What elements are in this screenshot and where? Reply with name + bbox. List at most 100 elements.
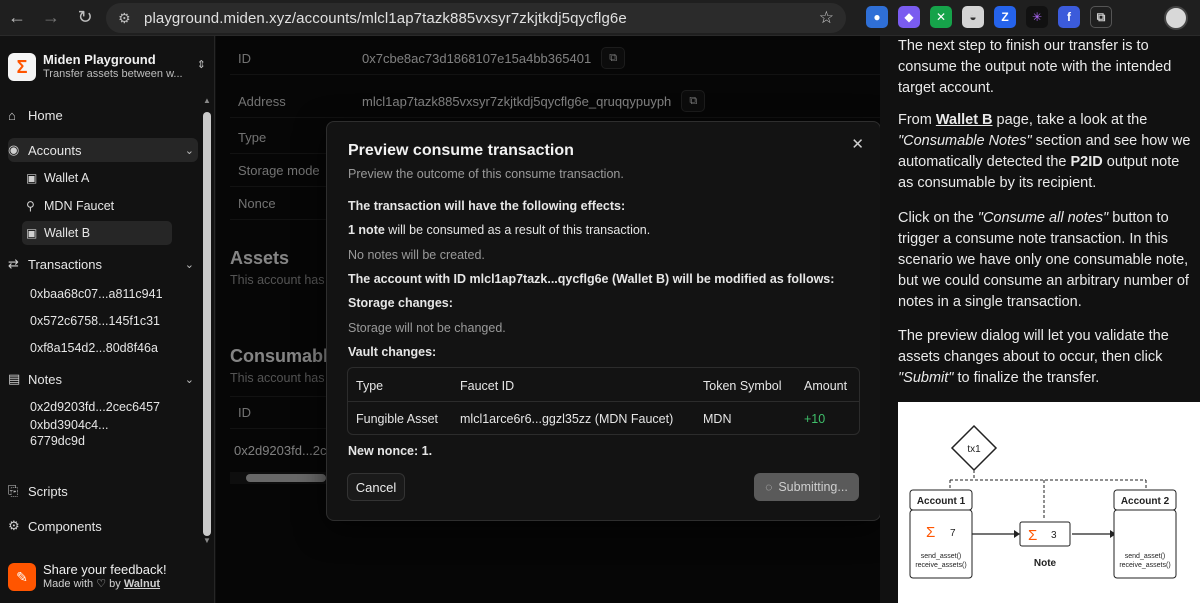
article-paragraph: The next step to finish our transfer is … xyxy=(898,38,1172,96)
sidebar-item-transactions[interactable]: ⇄ Transactions ⌄ xyxy=(8,252,198,276)
preview-consume-dialog: ✕ Preview consume transaction Preview th… xyxy=(326,121,881,521)
sidebar-item-components[interactable]: ⚙ Components xyxy=(8,514,198,538)
account1-fn-receive: receive_assets() xyxy=(915,562,966,569)
text: From xyxy=(898,112,936,128)
note-amount: 3 xyxy=(1051,530,1057,541)
home-icon: ⌂ xyxy=(8,107,16,123)
dialog-subtitle: Preview the outcome of this consume tran… xyxy=(348,167,624,181)
transactions-icon: ⇄ xyxy=(8,256,19,271)
sidebar-note-item[interactable]: 0xbd3904c4... xyxy=(30,418,109,432)
sidebar-item-wallet-b[interactable]: ▣ Wallet B xyxy=(22,221,172,245)
address-bar[interactable]: ⚙ playground.miden.xyz/accounts/mlcl1ap7… xyxy=(106,3,846,33)
close-icon[interactable]: ✕ xyxy=(851,135,864,153)
walnut-link[interactable]: Walnut xyxy=(124,578,160,590)
app-switcher[interactable]: Σ Miden Playground Transfer assets betwe… xyxy=(8,50,208,84)
forward-icon[interactable]: → xyxy=(34,1,68,35)
scroll-down-arrow[interactable]: ▼ xyxy=(203,536,211,545)
no-notes-line: No notes will be created. xyxy=(348,248,485,262)
back-icon[interactable]: ← xyxy=(0,1,34,35)
submit-button[interactable]: ◌ Submitting... xyxy=(754,473,859,501)
text: page, take a look at the xyxy=(992,112,1148,128)
chevron-updown-icon: ⇕ xyxy=(196,59,206,71)
account1-label: Account 1 xyxy=(917,496,966,507)
new-nonce: New nonce: 1. xyxy=(348,444,433,458)
wallet-b-link[interactable]: Wallet B xyxy=(936,112,993,128)
sidebar-item-accounts[interactable]: ◉ Accounts ⌄ xyxy=(8,138,198,162)
script-icon: ⎘ xyxy=(8,483,19,498)
chevron-down-icon: ⌄ xyxy=(184,144,194,157)
text: "Submit" xyxy=(898,370,954,386)
wallet-icon: ▣ xyxy=(26,171,38,185)
dialog-title: Preview consume transaction xyxy=(348,142,574,159)
cancel-button[interactable]: Cancel xyxy=(347,473,405,501)
sidebar-item-label: Wallet A xyxy=(44,171,90,185)
extension-icon[interactable]: ✕ xyxy=(930,6,952,28)
sidebar-item-label: Transactions xyxy=(28,256,102,272)
scroll-up-arrow[interactable]: ▲ xyxy=(203,96,211,105)
sidebar-item-label: Wallet B xyxy=(44,226,91,240)
account1-amount: 7 xyxy=(950,528,956,539)
notes-icon: ▤ xyxy=(8,371,21,386)
column-header: Type xyxy=(356,379,384,393)
text: Click on the xyxy=(898,210,978,226)
tx-label: tx1 xyxy=(967,444,981,455)
miden-logo-icon: Σ xyxy=(926,524,935,541)
made-with-line: Made with ♡ by Walnut xyxy=(43,577,167,592)
sidebar-note-item-cont: 6779dc9d xyxy=(30,434,85,448)
feedback-link[interactable]: ✎ Share your feedback! Made with ♡ by Wa… xyxy=(8,560,208,594)
submit-label: Submitting... xyxy=(778,480,848,494)
text: "Consume all notes" xyxy=(977,210,1109,226)
storage-text: Storage will not be changed. xyxy=(348,321,506,335)
app-subtitle: Transfer assets between w... xyxy=(43,68,183,80)
account1-fn-send: send_asset() xyxy=(921,553,961,560)
column-header: Faucet ID xyxy=(460,379,515,393)
extension-icon[interactable]: ◒ xyxy=(962,6,984,28)
sidebar-note-item[interactable]: 0x2d9203fd...2cec6457 xyxy=(30,400,160,414)
components-icon: ⚙ xyxy=(8,518,20,533)
extension-icon[interactable]: Z xyxy=(994,6,1016,28)
sidebar-item-notes[interactable]: ▤ Notes ⌄ xyxy=(8,367,198,391)
vault-cell-faucet: mlcl1arce6r6...ggzl35zz (MDN Faucet) xyxy=(460,412,674,426)
extension-icon[interactable]: ● xyxy=(866,6,888,28)
by-text: by xyxy=(109,578,121,590)
miden-logo-icon: Σ xyxy=(8,53,36,81)
reload-icon[interactable]: ↻ xyxy=(68,1,102,35)
extension-icon[interactable]: ✳ xyxy=(1026,6,1048,28)
url-text: playground.miden.xyz/accounts/mlcl1ap7ta… xyxy=(144,9,627,27)
sidebar-item-wallet-a[interactable]: ▣ Wallet A xyxy=(22,166,172,190)
miden-logo-icon: Σ xyxy=(1028,527,1037,544)
text: P2ID xyxy=(1070,154,1103,170)
tutorial-article: The next step to finish our transfer is … xyxy=(880,36,1200,603)
vault-heading: Vault changes: xyxy=(348,345,437,359)
extensions-bar: ● ◆ ✕ ◒ Z ✳ f ⧉ xyxy=(866,6,1112,28)
profile-avatar[interactable] xyxy=(1164,6,1188,30)
article-paragraph: Click on the "Consume all notes" button … xyxy=(898,208,1193,313)
sidebar-item-label: Accounts xyxy=(28,142,82,158)
sidebar-item-label: Home xyxy=(28,107,63,123)
modified-line: The account with ID mlcl1ap7tazk...qycfl… xyxy=(348,272,835,286)
column-header: Amount xyxy=(804,379,848,393)
faucet-icon: ⚲ xyxy=(26,199,35,213)
account2-fn-send: send_asset() xyxy=(1125,553,1165,560)
chat-icon: ✎ xyxy=(8,563,36,591)
puzzle-icon[interactable]: ⧉ xyxy=(1090,6,1112,28)
sidebar-tx-item[interactable]: 0x572c6758...145f1c31 xyxy=(30,314,160,328)
extension-icon[interactable]: f xyxy=(1058,6,1080,28)
text: to finalize the transfer. xyxy=(953,370,1100,386)
wallet-icon: ▣ xyxy=(26,226,38,240)
vault-cell-type: Fungible Asset xyxy=(356,412,438,426)
sidebar-item-scripts[interactable]: ⎘ Scripts xyxy=(8,479,198,503)
text: The preview dialog will let you validate… xyxy=(898,328,1169,365)
sidebar-tx-item[interactable]: 0xf8a154d2...80d8f46a xyxy=(30,341,158,355)
sidebar-tx-item[interactable]: 0xbaa68c07...a811c941 xyxy=(30,287,163,301)
text: "Consumable Notes" xyxy=(898,133,1032,149)
consumed-count: 1 note xyxy=(348,223,385,237)
bookmark-star-icon[interactable]: ☆ xyxy=(819,8,834,28)
note-label: Note xyxy=(1034,558,1057,569)
sidebar-item-mdn-faucet[interactable]: ⚲ MDN Faucet xyxy=(22,194,172,218)
sidebar-item-home[interactable]: ⌂ Home xyxy=(8,103,198,127)
site-info-icon[interactable]: ⚙ xyxy=(118,10,144,27)
sidebar-scrollbar[interactable] xyxy=(203,112,211,536)
vault-cell-symbol: MDN xyxy=(703,412,732,426)
extension-icon[interactable]: ◆ xyxy=(898,6,920,28)
